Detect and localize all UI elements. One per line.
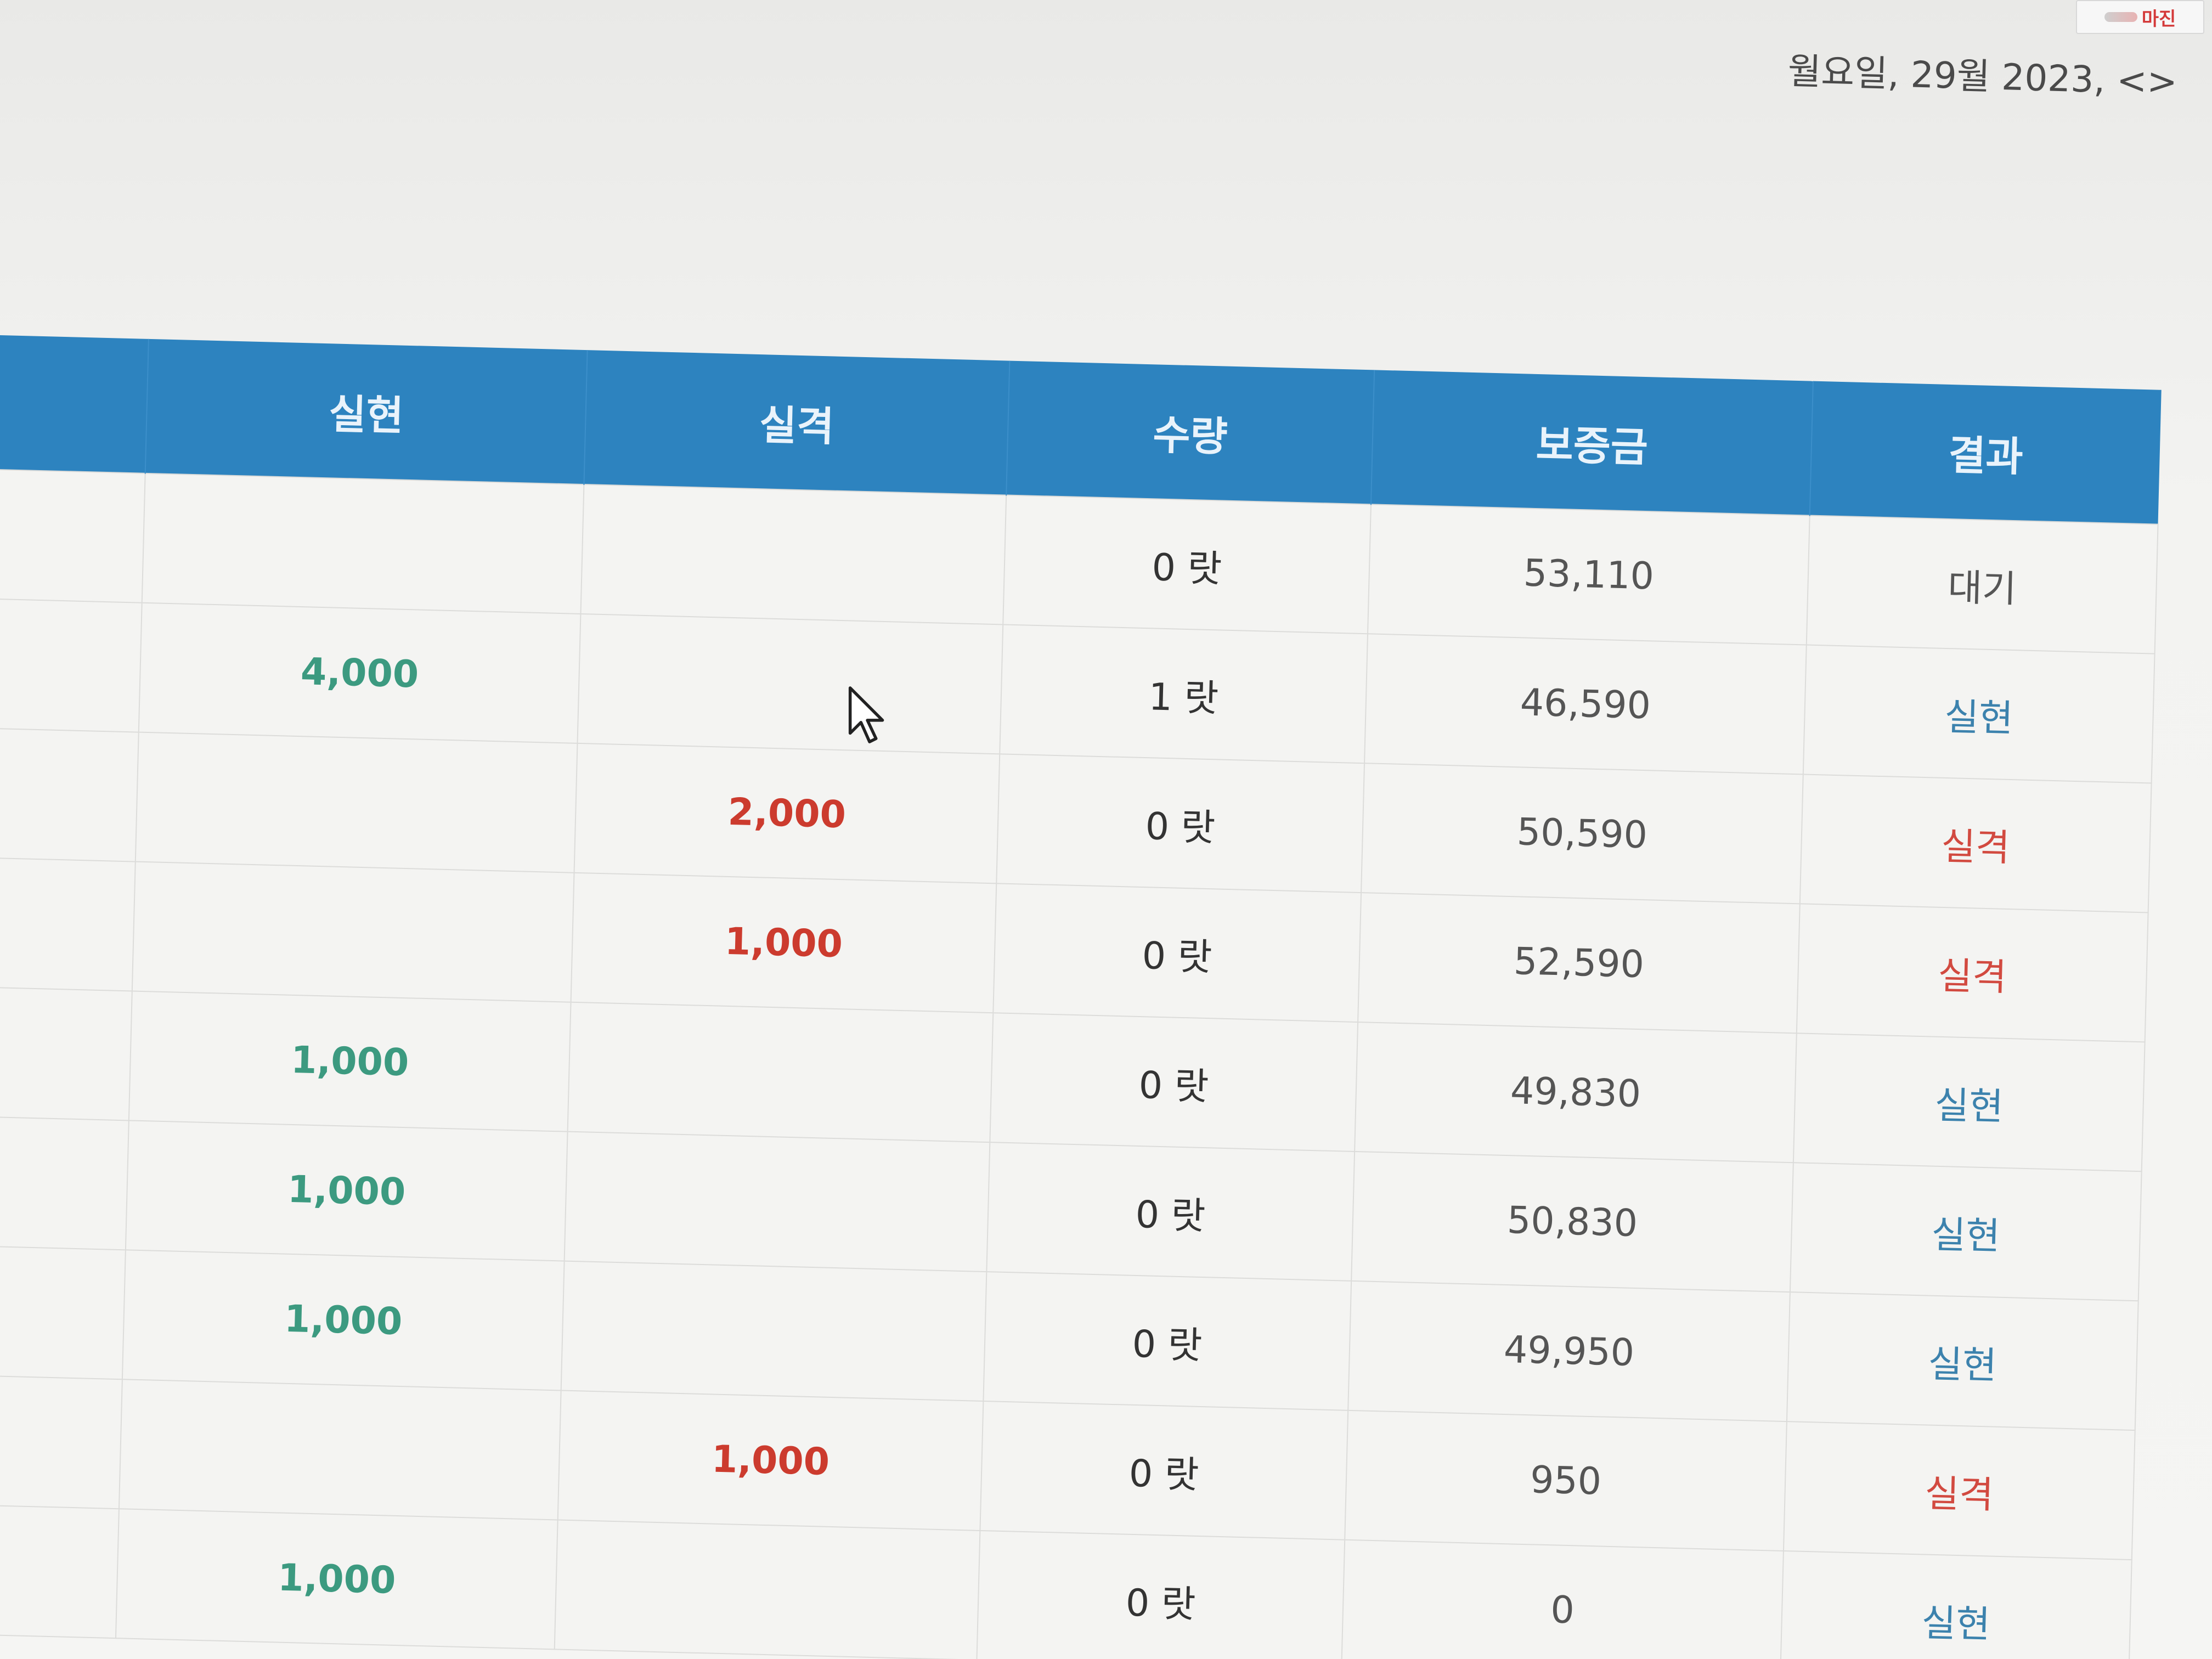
result-cell: 대기 bbox=[1806, 515, 2158, 654]
quantity-cell: 0 랏 bbox=[993, 883, 1362, 1023]
deposit-cell: 46,590 bbox=[1364, 634, 1807, 775]
row-spacer-cell bbox=[0, 598, 142, 732]
loss-cell bbox=[561, 1261, 987, 1401]
table-body: 0 랏 53,110 대기 4,000 1 랏 46,590 실현 2,000 0 랏 50,59… bbox=[0, 469, 2158, 1659]
deposit-cell: 0 bbox=[1341, 1539, 1784, 1659]
quantity-cell: 0 랏 bbox=[977, 1530, 1345, 1659]
quantity-cell: 0 랏 bbox=[983, 1272, 1352, 1410]
row-spacer-cell bbox=[0, 1116, 129, 1250]
loss-cell bbox=[580, 484, 1007, 625]
loss-cell bbox=[564, 1131, 990, 1272]
quantity-cell: 1 랏 bbox=[1000, 624, 1368, 764]
quantity-cell: 0 랏 bbox=[980, 1401, 1348, 1540]
loss-cell: 1,000 bbox=[557, 1390, 984, 1531]
gain-cell: 1,000 bbox=[125, 1120, 568, 1261]
loss-cell: 1,000 bbox=[571, 872, 997, 1013]
trade-history-table-container: 실현 실격 수량 보증금 결과 0 랏 53,110 대기 4,000 1 랏 46,59… bbox=[0, 335, 2162, 1659]
gain-cell: 4,000 bbox=[138, 602, 581, 743]
date-label: 월요일, 29월 2023, <> bbox=[1787, 50, 2178, 103]
deposit-cell: 49,830 bbox=[1355, 1022, 1797, 1163]
gain-cell bbox=[142, 473, 584, 614]
result-cell: 실현 bbox=[1786, 1292, 2138, 1431]
trade-history-table: 실현 실격 수량 보증금 결과 0 랏 53,110 대기 4,000 1 랏 46,59… bbox=[0, 335, 2162, 1659]
quantity-cell: 0 랏 bbox=[990, 1013, 1358, 1152]
gain-cell bbox=[119, 1379, 561, 1520]
row-spacer-cell bbox=[0, 727, 139, 862]
column-header-result[interactable]: 결과 bbox=[1809, 381, 2162, 524]
result-cell: 실격 bbox=[1783, 1421, 2135, 1560]
result-cell: 실현 bbox=[1780, 1550, 2132, 1659]
row-spacer-cell bbox=[0, 986, 132, 1121]
column-header-spacer bbox=[0, 335, 149, 473]
gain-cell bbox=[135, 732, 578, 873]
deposit-cell: 50,590 bbox=[1361, 763, 1803, 904]
quantity-cell: 0 랏 bbox=[986, 1142, 1355, 1281]
row-spacer-cell bbox=[0, 469, 145, 603]
result-cell: 실현 bbox=[1803, 645, 2155, 783]
deposit-cell: 49,950 bbox=[1348, 1280, 1790, 1422]
loss-cell bbox=[577, 613, 1003, 754]
gain-cell bbox=[132, 861, 574, 1002]
column-header-deposit[interactable]: 보증금 bbox=[1370, 370, 1813, 516]
watermark-logo: 마진 bbox=[2076, 0, 2204, 34]
loss-cell bbox=[567, 1002, 994, 1143]
column-header-loss[interactable]: 실격 bbox=[584, 350, 1010, 495]
gain-cell: 1,000 bbox=[115, 1509, 558, 1650]
row-spacer-cell bbox=[0, 1375, 122, 1509]
column-header-gain[interactable]: 실현 bbox=[145, 338, 588, 485]
loss-cell bbox=[554, 1520, 980, 1659]
watermark-text: 마진 bbox=[2141, 8, 2176, 30]
deposit-cell: 52,590 bbox=[1358, 893, 1800, 1034]
row-spacer-cell bbox=[0, 857, 136, 991]
quantity-cell: 0 랏 bbox=[996, 754, 1365, 893]
result-cell: 실격 bbox=[1799, 774, 2152, 913]
loss-cell: 2,000 bbox=[574, 743, 1000, 884]
gain-cell: 1,000 bbox=[122, 1250, 565, 1391]
result-cell: 실현 bbox=[1793, 1033, 2145, 1172]
row-spacer-cell bbox=[0, 1245, 126, 1380]
pointer-arrow-icon bbox=[848, 686, 884, 743]
quantity-cell: 0 랏 bbox=[1003, 495, 1371, 634]
page: 마진 월요일, 29월 2023, <> 실현 실격 수량 보증금 결과 0 랏… bbox=[0, 0, 2212, 1659]
watermark-swoosh-icon bbox=[2104, 12, 2137, 22]
gain-cell: 1,000 bbox=[128, 991, 571, 1132]
column-header-quantity[interactable]: 수량 bbox=[1006, 360, 1375, 505]
deposit-cell: 53,110 bbox=[1368, 504, 1810, 645]
result-cell: 실현 bbox=[1790, 1163, 2142, 1301]
result-cell: 실격 bbox=[1796, 904, 2148, 1042]
deposit-cell: 50,830 bbox=[1351, 1151, 1793, 1293]
deposit-cell: 950 bbox=[1345, 1410, 1787, 1551]
row-spacer-cell bbox=[0, 1504, 119, 1639]
